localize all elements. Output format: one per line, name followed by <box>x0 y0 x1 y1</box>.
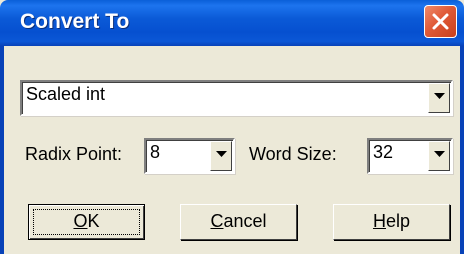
word-size-dropdown-button[interactable] <box>428 141 450 171</box>
radix-point-label: Radix Point: <box>25 144 123 164</box>
chevron-down-icon <box>434 93 445 99</box>
window-frame-left <box>0 46 4 254</box>
chevron-down-icon <box>216 151 227 157</box>
title-bar[interactable]: Convert To <box>0 0 464 46</box>
radix-point-value: 8 <box>150 142 161 162</box>
word-size-value: 32 <box>373 142 394 162</box>
help-button[interactable]: Help <box>333 204 450 240</box>
cancel-mnemonic: C <box>210 211 224 231</box>
window-title: Convert To <box>20 10 130 33</box>
ok-button-label: OK <box>73 211 99 231</box>
chevron-down-icon <box>434 151 445 157</box>
cancel-button-label: Cancel <box>210 211 266 231</box>
type-dropdown[interactable]: Scaled int <box>20 80 453 116</box>
close-icon <box>432 13 449 30</box>
ok-mnemonic: O <box>73 211 88 231</box>
cancel-label-rest: ancel <box>223 211 267 231</box>
word-size-label: Word Size: <box>249 144 337 164</box>
type-dropdown-button[interactable] <box>428 83 450 113</box>
type-dropdown-value: Scaled int <box>26 84 106 104</box>
convert-to-dialog: Convert To Scaled int Radix Point: 8 Wor… <box>0 0 464 254</box>
help-label-rest: elp <box>385 211 411 231</box>
ok-label-rest: K <box>87 211 100 231</box>
help-button-label: Help <box>373 211 410 231</box>
window-frame-right <box>460 46 464 254</box>
help-mnemonic: H <box>372 211 386 231</box>
radix-point-dropdown-button[interactable] <box>210 141 232 171</box>
cancel-button[interactable]: Cancel <box>180 204 297 240</box>
word-size-dropdown[interactable]: 32 <box>367 138 453 174</box>
radix-point-dropdown[interactable]: 8 <box>144 138 235 174</box>
close-button[interactable] <box>424 5 457 38</box>
ok-button[interactable]: OK <box>28 204 145 240</box>
